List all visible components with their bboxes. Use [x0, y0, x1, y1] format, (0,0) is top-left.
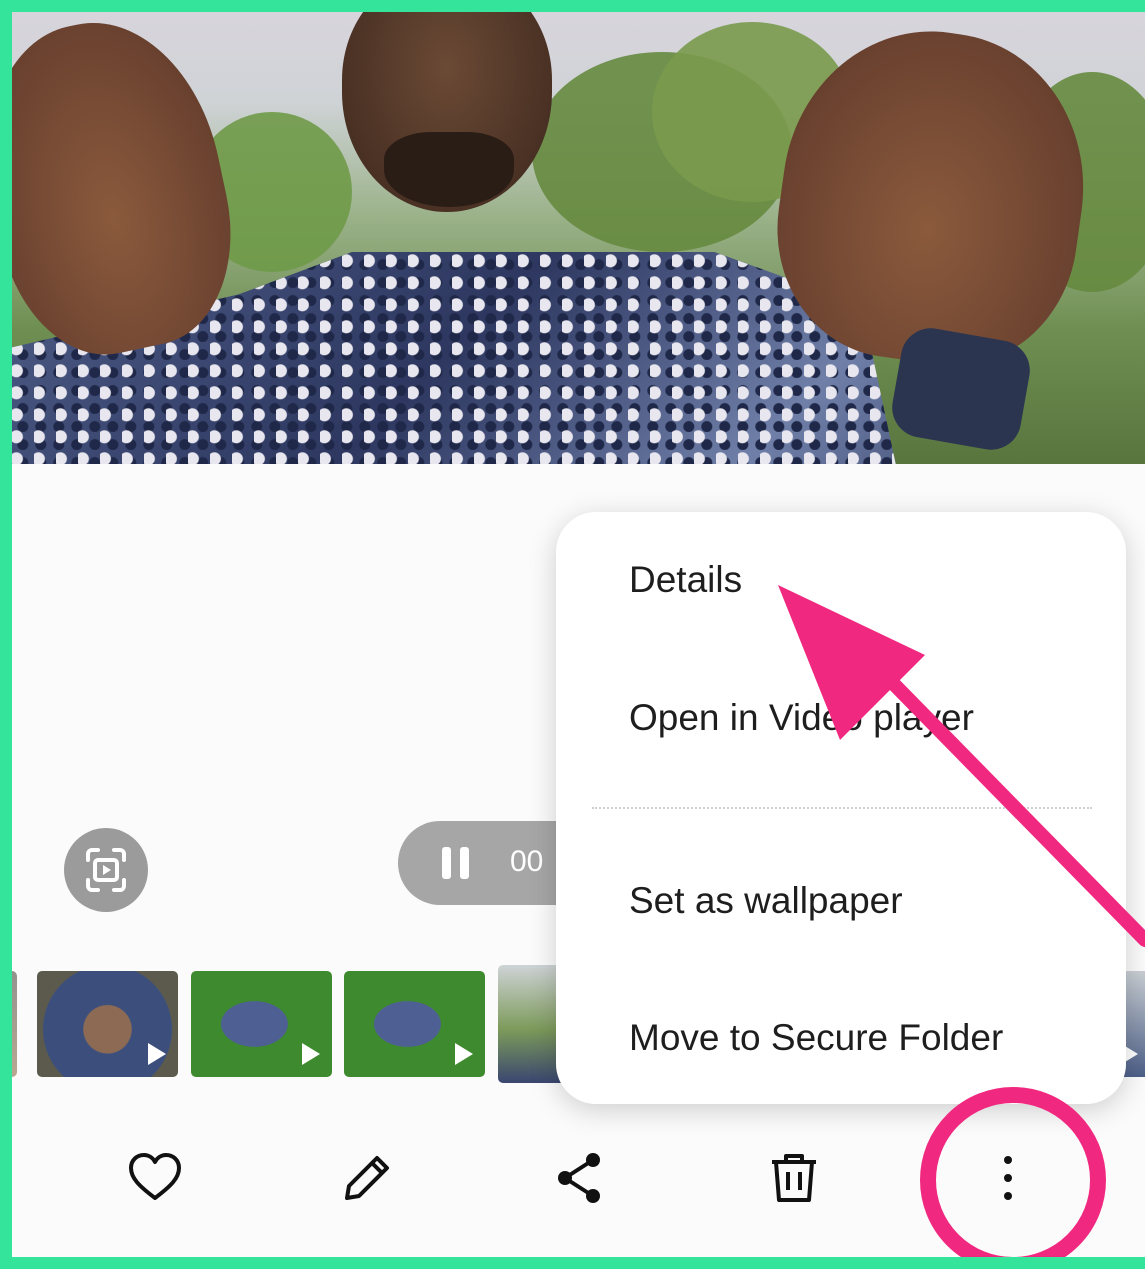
person-beard — [384, 132, 514, 207]
capture-frame-icon — [86, 848, 126, 892]
gallery-video-viewer: 00 Details Open in Video player Set as w… — [12, 12, 1145, 1269]
thumbnail[interactable] — [344, 971, 485, 1077]
wristwatch — [887, 323, 1035, 455]
thumbnail[interactable] — [191, 971, 332, 1077]
play-icon — [148, 1043, 166, 1065]
menu-item-move-to-secure-folder[interactable]: Move to Secure Folder — [629, 1017, 1003, 1059]
more-vertical-icon[interactable] — [978, 1148, 1038, 1208]
elapsed-time: 00 — [510, 845, 544, 878]
menu-divider — [592, 807, 1092, 809]
capture-frame-button[interactable] — [64, 828, 148, 912]
more-options-menu: Details Open in Video player Set as wall… — [556, 512, 1126, 1104]
menu-item-open-in-video-player[interactable]: Open in Video player — [629, 697, 974, 739]
heart-icon[interactable] — [125, 1148, 185, 1208]
play-icon — [302, 1043, 320, 1065]
thumbnail[interactable] — [12, 971, 17, 1077]
menu-item-set-as-wallpaper[interactable]: Set as wallpaper — [629, 880, 903, 922]
play-icon — [455, 1043, 473, 1065]
trash-icon[interactable] — [764, 1148, 824, 1208]
video-frame[interactable] — [12, 12, 1145, 464]
menu-item-details[interactable]: Details — [629, 559, 742, 601]
share-icon[interactable] — [551, 1148, 611, 1208]
bottom-toolbar — [12, 1112, 1145, 1232]
pause-icon[interactable] — [438, 845, 474, 881]
pencil-icon[interactable] — [337, 1148, 397, 1208]
thumbnail[interactable] — [37, 971, 178, 1077]
